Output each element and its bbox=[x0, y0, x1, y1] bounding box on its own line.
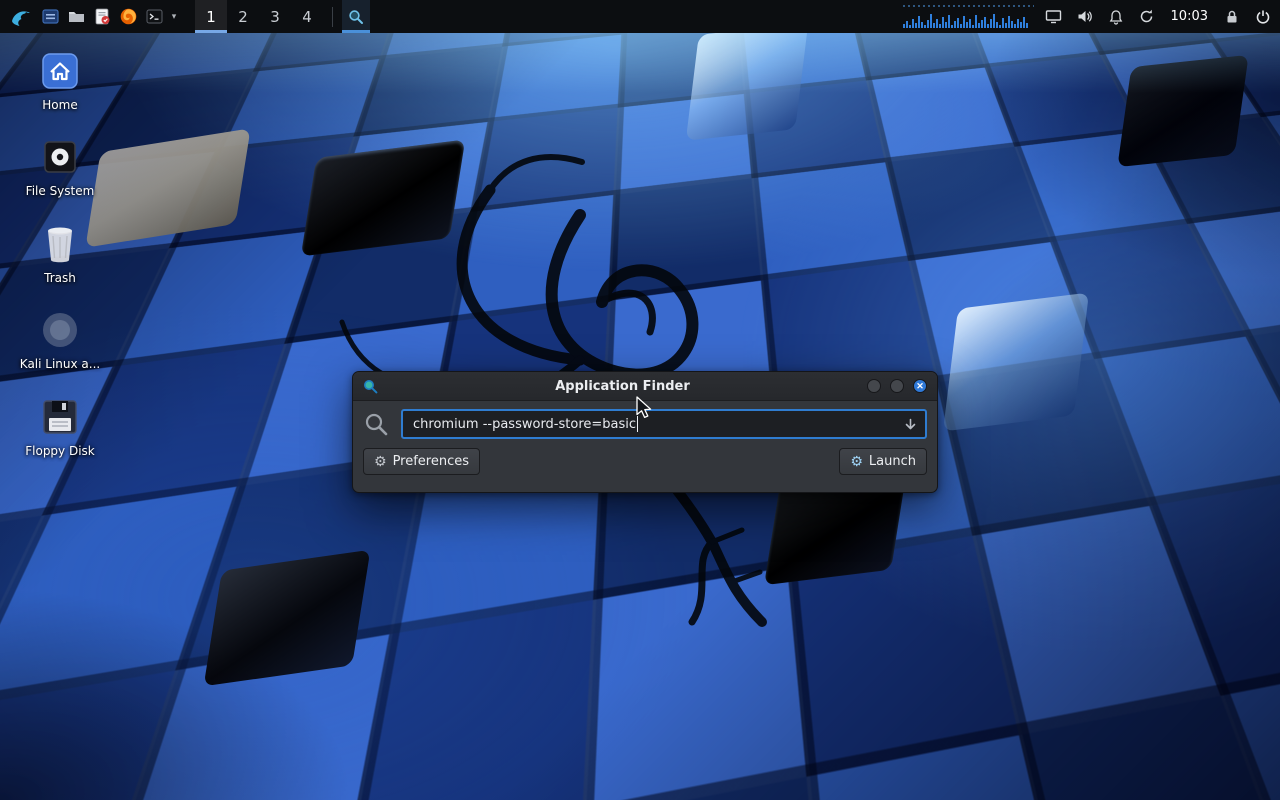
kali-docs-icon bbox=[40, 307, 80, 353]
entry-dropdown-arrow-icon[interactable] bbox=[903, 417, 918, 432]
workspace-1[interactable]: 1 bbox=[195, 0, 227, 33]
kali-menu-icon[interactable] bbox=[5, 0, 37, 33]
desktop-icon-file-system[interactable]: File System bbox=[10, 134, 110, 198]
volume-icon[interactable] bbox=[1074, 0, 1096, 33]
panel-right-cluster: 10:03 bbox=[903, 0, 1280, 33]
desktop-icon-label: File System bbox=[26, 184, 95, 198]
file-manager-icon[interactable] bbox=[37, 0, 63, 33]
workspace-3[interactable]: 3 bbox=[259, 0, 291, 33]
close-button[interactable]: ✕ bbox=[913, 379, 927, 393]
dialog-body: chromium --password-store=basic ⚙ Prefer… bbox=[353, 401, 937, 485]
desktop-icon-column: Home File System Trash bbox=[10, 48, 110, 480]
terminal-icon[interactable] bbox=[141, 0, 167, 33]
notifications-bell-icon[interactable] bbox=[1105, 0, 1127, 33]
desktop-icon-kali-docs[interactable]: Kali Linux a... bbox=[10, 307, 110, 371]
display-icon[interactable] bbox=[1043, 0, 1065, 33]
launch-button[interactable]: ⚙ Launch bbox=[839, 448, 927, 475]
text-caret bbox=[637, 416, 638, 432]
search-icon bbox=[363, 411, 389, 437]
search-row: chromium --password-store=basic bbox=[363, 409, 927, 439]
workspace-4[interactable]: 4 bbox=[291, 0, 323, 33]
panel-left-cluster: ▾ 1 2 3 4 bbox=[0, 0, 370, 33]
updates-icon[interactable] bbox=[1136, 0, 1158, 33]
gear-icon: ⚙ bbox=[374, 455, 387, 469]
preferences-button[interactable]: ⚙ Preferences bbox=[363, 448, 480, 475]
maximize-button[interactable] bbox=[890, 379, 904, 393]
file-system-icon bbox=[40, 134, 80, 180]
audio-visualizer[interactable] bbox=[903, 5, 1034, 28]
panel-clock[interactable]: 10:03 bbox=[1167, 9, 1212, 24]
top-panel: ▾ 1 2 3 4 bbox=[0, 0, 1280, 33]
workspace-switcher: 1 2 3 4 bbox=[195, 0, 323, 33]
desktop-icon-label: Floppy Disk bbox=[25, 444, 95, 458]
search-input-value: chromium --password-store=basic bbox=[413, 417, 636, 432]
desktop-icon-label: Trash bbox=[44, 271, 76, 285]
desktop-icon-floppy-disk[interactable]: Floppy Disk bbox=[10, 394, 110, 458]
titlebar[interactable]: Application Finder ✕ bbox=[353, 372, 937, 401]
floppy-disk-icon bbox=[40, 394, 80, 440]
home-icon bbox=[40, 48, 80, 94]
taskbar-application-finder[interactable] bbox=[342, 0, 370, 33]
text-editor-icon[interactable] bbox=[89, 0, 115, 33]
firefox-icon[interactable] bbox=[115, 0, 141, 33]
workspace-2[interactable]: 2 bbox=[227, 0, 259, 33]
desktop-icon-label: Home bbox=[42, 98, 77, 112]
visualizer-bars bbox=[903, 8, 1028, 28]
minimize-button[interactable] bbox=[867, 379, 881, 393]
window-controls: ✕ bbox=[867, 379, 927, 393]
window-title: Application Finder bbox=[378, 379, 867, 394]
launch-button-label: Launch bbox=[869, 454, 916, 469]
button-row: ⚙ Preferences ⚙ Launch bbox=[363, 448, 927, 475]
terminal-menu-chevron-icon[interactable]: ▾ bbox=[167, 0, 181, 33]
search-input[interactable]: chromium --password-store=basic bbox=[401, 409, 927, 439]
trash-icon bbox=[40, 221, 80, 267]
application-finder-window: Application Finder ✕ chromium --password… bbox=[352, 371, 938, 493]
application-finder-icon bbox=[363, 379, 378, 394]
desktop-icon-home[interactable]: Home bbox=[10, 48, 110, 112]
lock-screen-icon[interactable] bbox=[1221, 0, 1243, 33]
preferences-button-label: Preferences bbox=[393, 454, 469, 469]
panel-separator bbox=[332, 7, 333, 27]
desktop-screen: ▾ 1 2 3 4 bbox=[0, 0, 1280, 800]
desktop-icon-trash[interactable]: Trash bbox=[10, 221, 110, 285]
desktop-icon-label: Kali Linux a... bbox=[20, 357, 100, 371]
visualizer-dots bbox=[903, 5, 1034, 7]
logout-power-icon[interactable] bbox=[1252, 0, 1274, 33]
file-system-folder-icon[interactable] bbox=[63, 0, 89, 33]
launch-icon: ⚙ bbox=[850, 455, 863, 469]
